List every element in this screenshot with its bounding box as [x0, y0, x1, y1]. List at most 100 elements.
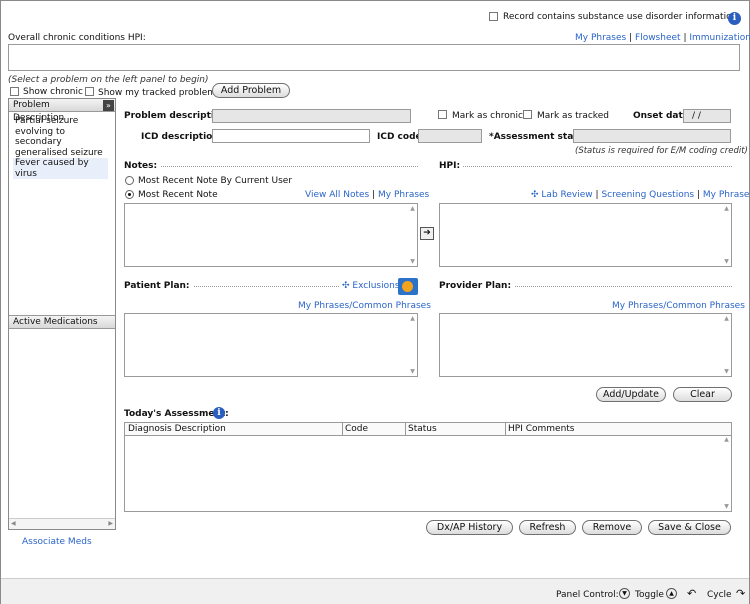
save-close-button[interactable]: Save & Close: [648, 520, 731, 535]
icd-description-label: ICD description:: [141, 132, 223, 142]
icd-code-field[interactable]: [418, 129, 482, 143]
info-icon[interactable]: i: [728, 12, 741, 25]
scroll-right-icon[interactable]: ▶: [108, 520, 113, 527]
hpi-textarea[interactable]: ▲ ▼: [439, 203, 732, 267]
substance-label: Record contains substance use disorder i…: [503, 12, 738, 22]
toggle-label[interactable]: Toggle: [635, 590, 664, 600]
patient-plan-textarea[interactable]: ▲ ▼: [124, 313, 418, 377]
patient-plan-scrollbar[interactable]: ▲ ▼: [408, 314, 417, 376]
assessment-table[interactable]: Diagnosis Description Code Status HPI Co…: [124, 422, 732, 512]
overall-hpi-textarea[interactable]: [8, 44, 740, 71]
most-recent-note-label: Most Recent Note: [138, 190, 218, 200]
lab-review-link[interactable]: Lab Review: [541, 190, 592, 200]
chevron-down-icon[interactable]: ▼: [619, 588, 630, 599]
col-code[interactable]: Code: [345, 424, 368, 434]
patient-plan-header: Patient Plan:: [124, 281, 193, 291]
col-diagnosis-description[interactable]: Diagnosis Description: [128, 424, 226, 434]
link-separator: |: [595, 190, 599, 200]
assessment-table-header: Diagnosis Description Code Status HPI Co…: [125, 423, 731, 436]
redo-icon[interactable]: ↷: [736, 587, 745, 600]
col-hpi-comments[interactable]: HPI Comments: [508, 424, 575, 434]
screening-questions-link[interactable]: Screening Questions: [601, 190, 694, 200]
assessment-info-icon[interactable]: i: [213, 407, 225, 419]
diamond-icon: ✣: [342, 281, 350, 291]
hpi-scrollbar[interactable]: ▲ ▼: [722, 204, 731, 266]
icd-description-field[interactable]: [212, 129, 370, 143]
hpi-section-header: HPI:: [439, 161, 732, 171]
provider-plan-textarea[interactable]: ▲ ▼: [439, 313, 732, 377]
undo-icon[interactable]: ↶: [687, 587, 696, 600]
dx-ap-history-button[interactable]: Dx/AP History: [426, 520, 513, 535]
notes-header: Notes:: [124, 161, 161, 171]
scroll-up-icon[interactable]: ▲: [408, 204, 417, 213]
diamond-icon: ✣: [531, 190, 539, 200]
patient-plan-phrases-link[interactable]: My Phrases/Common Phrases: [298, 301, 431, 311]
mark-chronic-label: Mark as chronic: [452, 111, 523, 121]
scroll-down-icon[interactable]: ▼: [722, 502, 731, 511]
link-separator: |: [372, 190, 376, 200]
immunizations-link[interactable]: Immunizations: [689, 33, 750, 43]
scroll-up-icon[interactable]: ▲: [722, 314, 731, 323]
most-recent-note-radio[interactable]: [125, 190, 134, 199]
scroll-up-icon[interactable]: ▲: [722, 204, 731, 213]
clinical-decision-icon[interactable]: [398, 278, 418, 295]
copy-to-hpi-arrow-icon[interactable]: ➔: [420, 227, 434, 240]
view-all-notes-link[interactable]: View All Notes: [305, 190, 369, 200]
add-update-button[interactable]: Add/Update: [596, 387, 666, 402]
horizontal-scrollbar[interactable]: ◀ ▶: [9, 518, 115, 529]
assessment-scrollbar[interactable]: ▲ ▼: [722, 435, 731, 511]
notes-textarea[interactable]: ▲ ▼: [124, 203, 418, 267]
col-divider: [405, 423, 406, 435]
scroll-down-icon[interactable]: ▼: [408, 257, 417, 266]
show-tracked-label: Show my tracked problems: [98, 88, 221, 98]
link-separator: |: [683, 33, 687, 43]
show-chronic-label: Show chronic: [23, 87, 83, 97]
notes-section-header: Notes:: [124, 161, 418, 171]
mark-tracked-label: Mark as tracked: [537, 111, 609, 121]
scroll-up-icon[interactable]: ▲: [722, 435, 731, 444]
list-item[interactable]: Partial seizure evolving to secondary ge…: [13, 116, 108, 158]
problem-description-field[interactable]: [212, 109, 411, 123]
mark-tracked-checkbox[interactable]: [523, 110, 532, 119]
notes-scrollbar[interactable]: ▲ ▼: [408, 204, 417, 266]
clear-button[interactable]: Clear: [673, 387, 732, 402]
status-note: (Status is required for E/M coding credi…: [575, 146, 748, 156]
mark-chronic-checkbox[interactable]: [438, 110, 447, 119]
scroll-down-icon[interactable]: ▼: [408, 367, 417, 376]
remove-button[interactable]: Remove: [582, 520, 642, 535]
hpi-my-phrases-link[interactable]: My Phrases: [703, 190, 750, 200]
clinical-decision-icon-dot: [402, 281, 413, 292]
scroll-down-icon[interactable]: ▼: [722, 257, 731, 266]
substance-checkbox[interactable]: [489, 12, 498, 21]
scroll-left-icon[interactable]: ◀: [11, 520, 16, 527]
expand-panel-icon[interactable]: »: [103, 100, 114, 111]
status-bar: Panel Control: ▼ Toggle ▲ ↶ Cycle ↷: [1, 578, 749, 604]
list-item[interactable]: Fever caused by virus: [13, 158, 108, 179]
associate-meds-link[interactable]: Associate Meds: [22, 537, 92, 547]
onset-date-field[interactable]: / /: [683, 109, 731, 123]
provider-plan-scrollbar[interactable]: ▲ ▼: [722, 314, 731, 376]
select-problem-hint: (Select a problem on the left panel to b…: [8, 75, 209, 85]
flowsheet-link[interactable]: Flowsheet: [635, 33, 681, 43]
show-tracked-checkbox[interactable]: [85, 87, 94, 96]
cycle-label[interactable]: Cycle: [707, 590, 732, 600]
exclusions-link[interactable]: Exclusions: [352, 281, 399, 291]
hpi-overall-label: Overall chronic conditions HPI:: [8, 33, 146, 43]
provider-plan-header: Provider Plan:: [439, 281, 515, 291]
active-medications-label: Active Medications: [13, 317, 98, 327]
scroll-up-icon[interactable]: ▲: [408, 314, 417, 323]
add-problem-button[interactable]: Add Problem: [212, 83, 290, 98]
col-divider: [342, 423, 343, 435]
problems-header[interactable]: Problem Description: [9, 99, 115, 123]
chevron-up-icon[interactable]: ▲: [666, 588, 677, 599]
provider-plan-phrases-link[interactable]: My Phrases/Common Phrases: [612, 301, 745, 311]
scroll-down-icon[interactable]: ▼: [722, 367, 731, 376]
note-by-user-radio[interactable]: [125, 176, 134, 185]
refresh-button[interactable]: Refresh: [519, 520, 576, 535]
active-medications-header[interactable]: Active Medications: [9, 315, 115, 329]
show-chronic-checkbox[interactable]: [10, 87, 19, 96]
notes-my-phrases-link[interactable]: My Phrases: [378, 190, 429, 200]
my-phrases-link[interactable]: My Phrases: [575, 33, 626, 43]
col-status[interactable]: Status: [408, 424, 437, 434]
assessment-status-field[interactable]: [573, 129, 731, 143]
